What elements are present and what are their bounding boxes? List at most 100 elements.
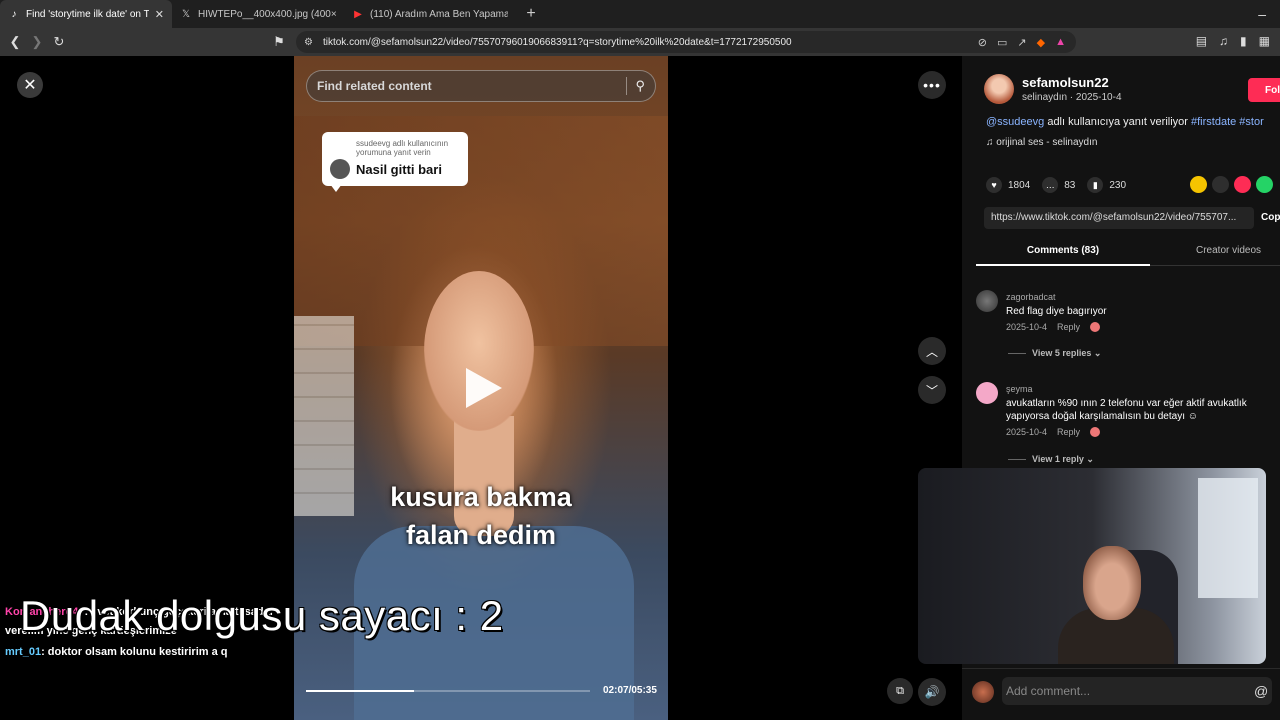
reader-icon[interactable]: ▮ <box>1240 34 1247 48</box>
chat-text: : doktor olsam kolunu kestiririm a q <box>41 646 228 658</box>
author-name[interactable]: sefamolsun22 <box>1022 75 1122 90</box>
related-search-input[interactable] <box>317 79 619 93</box>
close-video-button[interactable]: ✕ <box>17 72 43 98</box>
avatar[interactable] <box>976 382 998 404</box>
like-button[interactable]: ♥ 1804 <box>986 177 1030 193</box>
chevron-down-icon: ﹀ <box>925 383 938 398</box>
video-link-field[interactable]: https://www.tiktok.com/@sefamolsun22/vid… <box>984 207 1254 229</box>
tab-comments[interactable]: Comments (83) <box>976 236 1150 266</box>
pip-icon: ⧉ <box>896 684 904 697</box>
tiktok-icon: ♪ <box>11 8 17 20</box>
related-content-search[interactable]: ⚲ <box>306 70 656 102</box>
reload-icon[interactable]: ↻ <box>48 34 70 50</box>
video-caption: kusura bakma falan dedim <box>294 478 668 554</box>
video-time: 02:07/05:35 <box>603 685 657 696</box>
mention-icon[interactable]: @ <box>1254 683 1268 699</box>
play-icon[interactable] <box>466 368 502 408</box>
divider <box>1008 353 1026 355</box>
reply-sticker-tail <box>330 184 342 192</box>
author-info[interactable]: sefamolsun22 selinaydın · 2025-10-4 <box>984 74 1122 104</box>
speaker-icon: 🔊 <box>924 685 940 699</box>
chat-message: mrt_01: doktor olsam kolunu kestiririm a… <box>5 646 228 658</box>
reply-button[interactable]: Reply <box>1057 322 1080 332</box>
mention-link[interactable]: @ssudeevg <box>986 116 1044 128</box>
caption-line: falan dedim <box>405 520 557 550</box>
browser-tab-youtube[interactable]: ▶ (110) Aradım Ama Ben Yapamam - Yo <box>344 0 516 28</box>
extensions-icon[interactable]: ▦ <box>1259 34 1270 48</box>
author-avatar[interactable] <box>984 74 1014 104</box>
sidebar-icon[interactable]: ▤ <box>1196 34 1207 48</box>
site-info-icon[interactable]: ⚙ <box>304 37 313 48</box>
view-replies-label: View 1 reply <box>1032 454 1084 464</box>
no-tracking-icon[interactable]: ⊘ <box>978 36 987 49</box>
tab-title: (110) Aradım Ama Ben Yapamam - Yo <box>370 8 508 20</box>
comment-button[interactable]: … 83 <box>1042 177 1075 193</box>
reply-button[interactable]: Reply <box>1057 427 1080 437</box>
embed-icon[interactable] <box>1212 176 1229 193</box>
back-icon[interactable]: ❮ <box>4 34 26 50</box>
browser-tab-bar: ♪ Find 'storytime ilk date' on TikTo ✕ 𝕏… <box>0 0 1280 28</box>
save-count: 230 <box>1109 179 1127 191</box>
view-replies-label: View 5 replies <box>1032 348 1092 358</box>
copy-link-button[interactable]: Cop <box>1261 212 1280 223</box>
view-replies-button[interactable]: View 1 reply ⌄ <box>1008 454 1094 465</box>
comment-username[interactable]: zagorbadcat <box>1006 292 1276 302</box>
panel-tabs: Comments (83) Creator videos <box>976 236 1280 266</box>
previous-video-button[interactable]: ︿ <box>918 337 946 365</box>
view-replies-button[interactable]: View 5 replies ⌄ <box>1008 348 1101 359</box>
media-icon[interactable]: ♫ <box>1219 34 1228 48</box>
streamer-webcam-overlay <box>918 468 1266 664</box>
new-tab-button[interactable]: + <box>516 0 546 28</box>
music-link[interactable]: ♫ orijinal ses - selinaydın <box>986 137 1097 148</box>
comment-text: Red flag diye bagırıyor <box>1006 306 1107 317</box>
comment-icon: … <box>1042 177 1059 193</box>
webcam-person-head <box>1083 546 1141 620</box>
send-icon[interactable] <box>1234 176 1251 193</box>
share-icon[interactable]: ↗ <box>1017 36 1026 49</box>
brave-shield-icon[interactable]: ◆ <box>1037 36 1045 49</box>
bookmark-icon: ▮ <box>1087 177 1104 193</box>
hashtag-link[interactable]: #firstdate #stor <box>1191 116 1264 128</box>
browser-tab-tiktok[interactable]: ♪ Find 'storytime ilk date' on TikTo ✕ <box>0 0 172 28</box>
search-icon[interactable]: ⚲ <box>635 78 645 94</box>
browser-tab-image[interactable]: 𝕏 HIWTEPo__400x400.jpg (400×400) <box>172 0 344 28</box>
url-field[interactable]: ⚙ tiktok.com/@sefamolsun22/video/7557079… <box>296 31 1076 53</box>
like-count: 1804 <box>1008 179 1031 191</box>
picture-in-picture-button[interactable]: ⧉ <box>887 678 913 704</box>
avatar[interactable] <box>976 290 998 312</box>
follow-button[interactable]: Fol <box>1248 78 1280 102</box>
repost-icon[interactable] <box>1190 176 1207 193</box>
reply-sticker: ssudeevg adlı kullanıcının yorumuna yanı… <box>322 132 468 186</box>
url-text: tiktok.com/@sefamolsun22/video/755707960… <box>322 36 792 48</box>
minimize-button[interactable]: – <box>1258 6 1266 22</box>
save-button[interactable]: ▮ 230 <box>1087 177 1126 193</box>
more-options-button[interactable]: ••• <box>918 71 946 99</box>
tab-title: Find 'storytime ilk date' on TikTo <box>26 8 149 20</box>
volume-button[interactable]: 🔊 <box>918 678 946 706</box>
tab-title: HIWTEPo__400x400.jpg (400×400) <box>198 8 336 20</box>
comment-username[interactable]: şeyma <box>1006 384 1276 394</box>
description-text: adlı kullanıcıya yanıt veriliyor <box>1044 116 1191 128</box>
address-bar-row: ❮ ❯ ↻ ⚑ ⚙ tiktok.com/@sefamolsun22/video… <box>0 28 1280 56</box>
reply-sticker-caption: ssudeevg adlı kullanıcının yorumuna yanı… <box>356 139 449 157</box>
author-liked-icon <box>1090 322 1101 332</box>
avatar <box>330 159 350 179</box>
tab-creator-videos[interactable]: Creator videos <box>1196 236 1261 266</box>
share-options <box>1190 176 1273 193</box>
close-tab-icon[interactable]: ✕ <box>155 8 164 21</box>
x-icon: 𝕏 <box>181 8 191 20</box>
brave-rewards-icon[interactable]: ▲ <box>1055 36 1066 48</box>
add-comment-input[interactable] <box>1002 677 1272 705</box>
comment-item: zagorbadcat Red flag diye bagırıyor 2025… <box>976 290 1276 332</box>
forward-icon[interactable]: ❯ <box>26 34 48 50</box>
cast-icon[interactable]: ▭ <box>997 36 1007 49</box>
whatsapp-icon[interactable] <box>1256 176 1273 193</box>
next-video-button[interactable]: ﹀ <box>918 376 946 404</box>
comment-date: 2025-10-4 <box>1006 427 1048 437</box>
search-divider <box>626 77 628 95</box>
author-liked-icon <box>1090 427 1101 437</box>
caption-line: kusura bakma <box>390 482 572 512</box>
bookmark-icon[interactable]: ⚑ <box>268 34 290 50</box>
webcam-window-light <box>1198 478 1258 598</box>
youtube-icon: ▶ <box>354 8 362 20</box>
